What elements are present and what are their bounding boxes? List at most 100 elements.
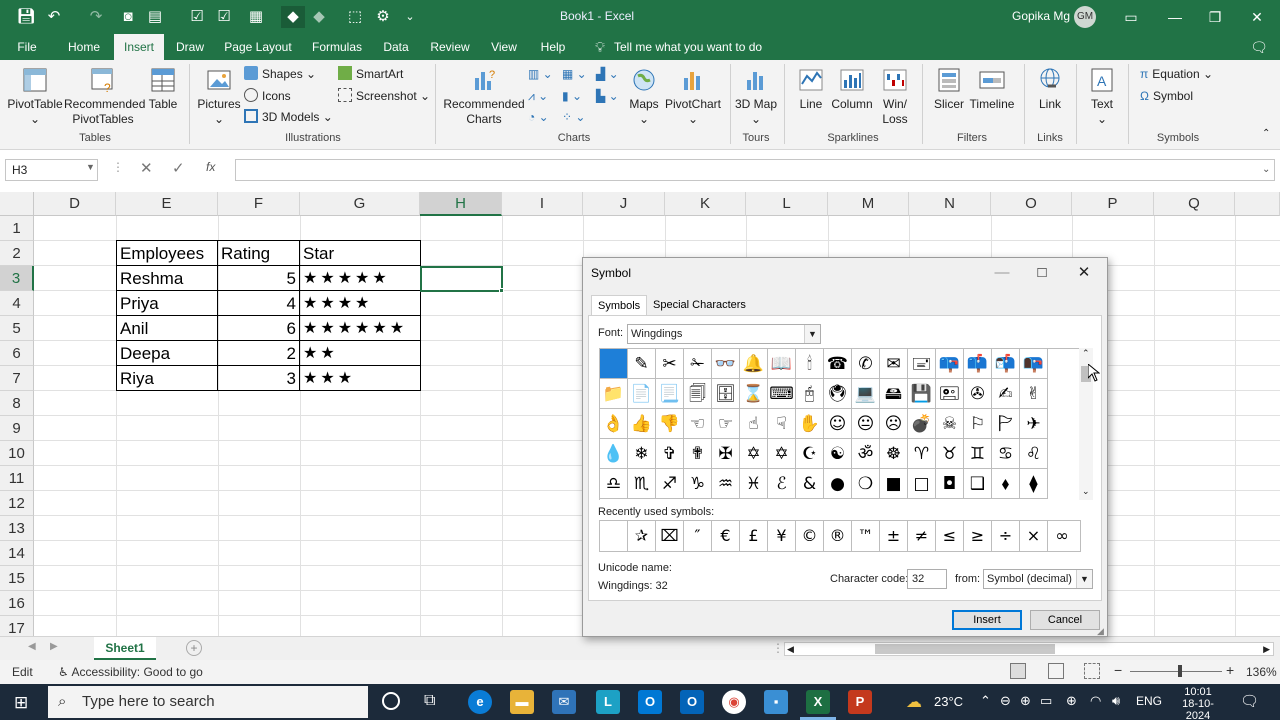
recent-symbol[interactable]: × xyxy=(1020,521,1048,551)
select-objects-icon[interactable]: ⬚ xyxy=(343,6,367,28)
symbol-cell[interactable]: ♓ xyxy=(740,469,768,499)
restore-icon[interactable]: ❐ xyxy=(1200,6,1230,28)
tab-symbols[interactable]: Symbols xyxy=(591,295,648,316)
redo-icon[interactable]: ↷ xyxy=(84,6,108,28)
drag-handle-icon[interactable]: ⋮ xyxy=(112,160,124,174)
recent-symbol[interactable]: ✰ xyxy=(628,521,656,551)
symbol-cell[interactable]: ☜ xyxy=(684,409,712,439)
symbol-cell[interactable]: ♒ xyxy=(712,469,740,499)
symbol-cell[interactable]: 💾 xyxy=(908,379,936,409)
header-star[interactable]: Star xyxy=(300,241,420,266)
recent-symbol[interactable]: ≥ xyxy=(964,521,992,551)
symbol-cell[interactable]: ॐ xyxy=(852,439,880,469)
row-header-1[interactable]: 1 xyxy=(0,216,34,241)
cell-star[interactable]: ★★★★★★ xyxy=(300,316,420,341)
cell-star[interactable]: ★★★★★ xyxy=(300,266,420,291)
symbol-cell[interactable]: ⌛ xyxy=(740,379,768,409)
task-view-icon[interactable]: ⧉ xyxy=(424,692,435,710)
cell-rating[interactable]: 4 xyxy=(218,291,299,316)
scroll-splitter-icon[interactable]: ⋮ xyxy=(772,641,784,655)
cell-employee[interactable]: Reshma xyxy=(117,266,217,291)
symbol-cell[interactable]: ♌ xyxy=(1020,439,1048,469)
dialog-maximize-icon[interactable]: □ xyxy=(1025,262,1059,284)
symbol-cell[interactable]: ✂ xyxy=(656,349,684,379)
row-header-15[interactable]: 15 xyxy=(0,566,34,591)
symbol-cell[interactable]: ☝ xyxy=(740,409,768,439)
icons-button[interactable]: Icons xyxy=(244,86,291,106)
symbol-button[interactable]: Ω Symbol xyxy=(1140,86,1193,106)
symbol-cell[interactable]: 💧 xyxy=(600,439,628,469)
symbol-cell[interactable]: ☸ xyxy=(880,439,908,469)
symbol-cell[interactable]: 🖃 xyxy=(908,349,936,379)
network-icon[interactable]: ⊕ xyxy=(1066,693,1077,709)
form-icon[interactable]: ▤ xyxy=(143,6,167,28)
symbol-cell[interactable]: ❄ xyxy=(628,439,656,469)
recent-symbol[interactable]: € xyxy=(712,521,740,551)
add-sheet-icon[interactable]: + xyxy=(186,640,202,656)
symbol-cell[interactable]: 📃 xyxy=(656,379,684,409)
symbol-cell[interactable]: 🖰 xyxy=(796,379,824,409)
statistic-chart-button[interactable]: ▮ ⌄ xyxy=(562,86,582,106)
row-header-4[interactable]: 4 xyxy=(0,291,34,316)
recommended-charts-button[interactable]: ? Recommended Charts xyxy=(442,66,526,127)
line-chart-button[interactable]: ⩘ ⌄ xyxy=(528,86,548,106)
app-o-icon[interactable]: O xyxy=(638,690,662,714)
symbol-cell[interactable]: ● xyxy=(824,469,852,499)
zoom-slider-thumb[interactable] xyxy=(1178,665,1182,677)
recent-symbol[interactable]: ÷ xyxy=(992,521,1020,551)
maps-button[interactable]: Maps ⌄ xyxy=(624,66,664,127)
file-explorer-icon[interactable]: ▬ xyxy=(510,690,534,714)
symbol-cell[interactable]: 🖲 xyxy=(824,379,852,409)
checkbox-icon[interactable]: ☑ xyxy=(185,6,209,28)
symbol-cell[interactable]: ✈ xyxy=(1020,409,1048,439)
symbol-cell[interactable]: ✎ xyxy=(628,349,656,379)
symbol-cell[interactable]: ⬧ xyxy=(992,469,1020,499)
symbol-cell[interactable]: ✟ xyxy=(684,439,712,469)
symbol-cell[interactable]: ✡ xyxy=(740,439,768,469)
clock[interactable]: 10:01 18-10-2024 xyxy=(1172,686,1224,722)
3d-models-button[interactable]: 3D Models ⌄ xyxy=(244,107,333,127)
tab-page-layout[interactable]: Page Layout xyxy=(222,34,294,60)
comments-icon[interactable]: 🗨 xyxy=(1246,34,1272,60)
symbol-cell[interactable]: ☎ xyxy=(824,349,852,379)
notifications-icon[interactable]: 🗨 xyxy=(1240,692,1259,710)
column-header-j[interactable]: J xyxy=(583,192,665,216)
font-select[interactable]: Wingdings ▼ xyxy=(627,324,821,344)
recent-symbol[interactable]: ¥ xyxy=(768,521,796,551)
row-header-3[interactable]: 3 xyxy=(0,266,34,291)
symbol-cell[interactable]: 📪 xyxy=(936,349,964,379)
cell-employee[interactable]: Priya xyxy=(117,291,217,316)
symbol-cell[interactable]: ❍ xyxy=(852,469,880,499)
column-header-r[interactable] xyxy=(1235,192,1280,216)
cell-rating[interactable]: 6 xyxy=(218,316,299,341)
symbol-cell[interactable]: ⧫ xyxy=(1020,469,1048,499)
scroll-down-icon[interactable]: ⌄ xyxy=(1082,486,1090,497)
battery-icon[interactable]: ▭ xyxy=(1040,693,1052,709)
save-icon[interactable]: 💾︎ xyxy=(14,6,38,28)
settings-icon[interactable]: ⚙ xyxy=(371,6,395,28)
character-code-input[interactable]: 32 xyxy=(907,569,947,589)
tell-me-search[interactable]: Tell me what you want to do xyxy=(614,34,764,60)
zoom-slider[interactable] xyxy=(1130,671,1222,672)
column-header-m[interactable]: M xyxy=(828,192,909,216)
symbol-cell[interactable]: 💻 xyxy=(852,379,880,409)
tab-data[interactable]: Data xyxy=(378,34,414,60)
tab-insert[interactable]: Insert xyxy=(114,34,164,60)
insert-function-icon[interactable]: fx xyxy=(206,160,215,174)
cell-employee[interactable]: Anil xyxy=(117,316,217,341)
symbol-cell[interactable]: ✁ xyxy=(684,349,712,379)
row-header-2[interactable]: 2 xyxy=(0,241,34,266)
checkbox-icon-2[interactable]: ☑ xyxy=(212,6,236,28)
column-header-l[interactable]: L xyxy=(746,192,828,216)
symbol-cell[interactable]: 📁 xyxy=(600,379,628,409)
hierarchy-chart-button[interactable]: ▦ ⌄ xyxy=(562,64,587,84)
expand-formula-icon[interactable]: ⌄ xyxy=(1262,164,1270,175)
column-header-g[interactable]: G xyxy=(300,192,420,216)
recent-symbol[interactable]: ™ xyxy=(852,521,880,551)
zoom-level[interactable]: 136% xyxy=(1246,665,1277,679)
tray-icon-2[interactable]: ⊕ xyxy=(1020,693,1031,709)
pie-chart-button[interactable]: ◔ ⌄ xyxy=(528,107,549,127)
column-header-o[interactable]: O xyxy=(991,192,1072,216)
symbol-cell[interactable]: 🖭 xyxy=(936,379,964,409)
undo-icon[interactable]: ↶ xyxy=(42,6,66,28)
